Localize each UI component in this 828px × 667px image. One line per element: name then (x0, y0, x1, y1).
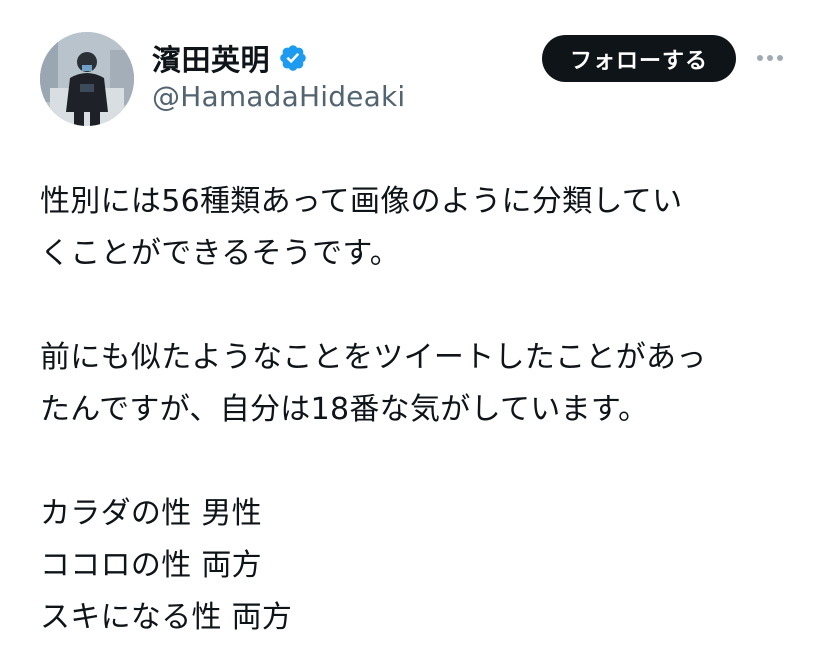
tweet-text-line: ココロの性 両方 (40, 548, 262, 583)
tweet-text-line: くことができるそうです。 (40, 236, 400, 271)
follow-button[interactable]: フォローする (542, 35, 736, 82)
tweet-text-line: カラダの性 男性 (40, 496, 262, 531)
tweet-text: 性別には56種類あって画像のように分類してい くことができるそうです。 前にも似… (40, 176, 800, 644)
author-handle[interactable]: @HamadaHideaki (152, 80, 405, 113)
verified-badge-icon[interactable] (278, 43, 308, 73)
tweet-text-line: 前にも似たようなことをツイートしたことがあっ (40, 340, 707, 375)
avatar[interactable] (40, 32, 134, 126)
more-dot (777, 55, 783, 61)
author-display-name[interactable]: 濱田英明 (152, 37, 270, 79)
author-name-row: 濱田英明 (152, 38, 308, 78)
more-dot (767, 55, 773, 61)
tweet-header: 濱田英明 @HamadaHideaki フォローする (0, 0, 828, 140)
tweet-text-line: スキになる性 両方 (40, 600, 293, 635)
more-options-icon[interactable] (752, 42, 788, 74)
tweet-text-line: たんですが、自分は18番な気がしています。 (40, 392, 649, 427)
tweet-text-line: 性別には56種類あって画像のように分類してい (40, 184, 683, 219)
more-dot (757, 55, 763, 61)
avatar-photo (40, 32, 134, 126)
